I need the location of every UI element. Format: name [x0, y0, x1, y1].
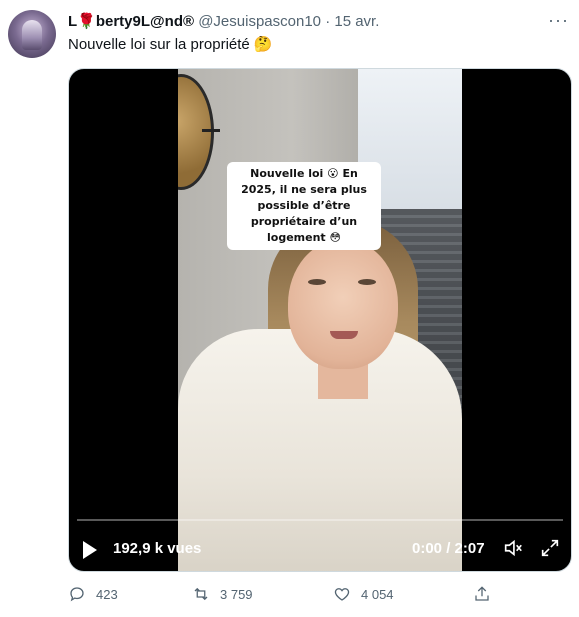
person-face	[288, 239, 398, 369]
video-player[interactable]: Nouvelle loi 😮 En 2025, il ne sera plus …	[68, 68, 572, 572]
author-handle[interactable]: @Jesuispascon10	[198, 13, 321, 30]
like-action[interactable]: 4 054	[333, 582, 394, 606]
more-options-icon[interactable]: ···	[548, 10, 569, 31]
avatar-figure	[22, 20, 42, 50]
avatar[interactable]	[8, 10, 56, 58]
share-action[interactable]	[473, 582, 491, 606]
progress-bar[interactable]	[77, 519, 563, 521]
video-frame	[178, 69, 462, 571]
play-icon[interactable]	[83, 541, 97, 559]
like-count: 4 054	[361, 586, 394, 602]
expand-icon[interactable]	[539, 537, 561, 559]
view-count: 192,9 k vues	[113, 540, 202, 557]
tweet-actions: 423 3 759 4 054	[68, 582, 579, 606]
mirror-arm	[202, 129, 220, 132]
video-controls: 192,9 k vues 0:00 / 2:07	[69, 535, 571, 563]
reply-count: 423	[96, 586, 118, 602]
share-icon[interactable]	[473, 585, 491, 603]
reply-action[interactable]: 423	[68, 582, 118, 606]
tweet-date[interactable]: 15 avr.	[334, 13, 379, 30]
volume-icon[interactable]	[502, 537, 524, 559]
tweet-text: Nouvelle loi sur la propriété 🤔	[68, 36, 273, 53]
separator-dot: ·	[325, 13, 331, 30]
reply-icon[interactable]	[68, 585, 86, 603]
right-eye	[358, 279, 376, 285]
retweet-action[interactable]: 3 759	[192, 582, 253, 606]
tweet-header: L🌹berty9L@nd® @Jesuispascon10 · 15 avr.	[68, 12, 569, 32]
video-caption: Nouvelle loi 😮 En 2025, il ne sera plus …	[227, 162, 381, 250]
left-eye	[308, 279, 326, 285]
like-icon[interactable]	[333, 585, 351, 603]
retweet-icon[interactable]	[192, 585, 210, 603]
retweet-count: 3 759	[220, 586, 253, 602]
video-time: 0:00 / 2:07	[412, 540, 485, 557]
author-name[interactable]: L🌹berty9L@nd®	[68, 13, 194, 30]
mouth	[330, 331, 358, 339]
